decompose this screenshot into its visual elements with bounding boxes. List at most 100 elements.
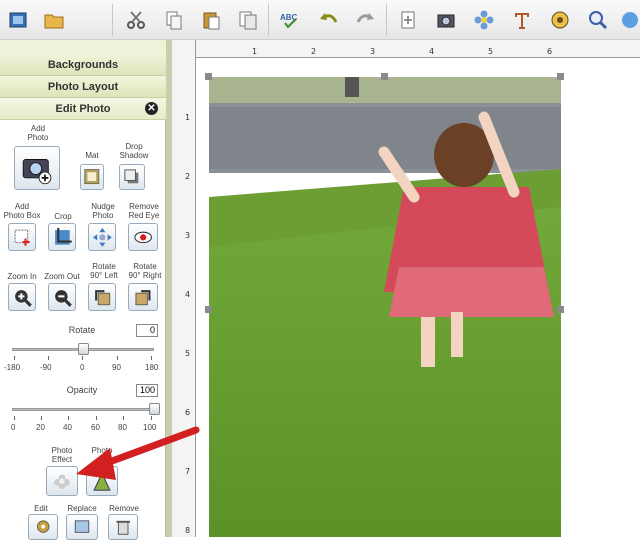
- v-ruler-label: 1: [185, 113, 191, 122]
- help-icon[interactable]: [616, 6, 640, 34]
- spellcheck-icon[interactable]: ABC: [276, 6, 304, 34]
- mat-label: Mat: [85, 151, 99, 160]
- rotate-right-button[interactable]: [128, 283, 158, 311]
- selected-photo[interactable]: [209, 77, 561, 537]
- folder-icon[interactable]: [40, 6, 68, 34]
- h-ruler-label: 1: [252, 47, 258, 56]
- edit-photo-title: Edit Photo: [55, 102, 111, 115]
- tick: [151, 416, 152, 420]
- frame-icon[interactable]: [4, 6, 32, 34]
- zoom-in-button[interactable]: [8, 283, 36, 311]
- film-icon[interactable]: [546, 6, 574, 34]
- shadow-icon: [124, 169, 139, 184]
- tick: [48, 356, 49, 360]
- flower-icon[interactable]: [470, 6, 498, 34]
- v-ruler-label: 3: [185, 231, 191, 240]
- replace-button[interactable]: [66, 514, 98, 540]
- add-photo-label: Add Photo: [27, 124, 49, 142]
- annotation-arrow-icon: [76, 426, 200, 480]
- add-photo-box-button[interactable]: [8, 223, 36, 251]
- resize-handle[interactable]: [205, 306, 212, 313]
- v-ruler-label: 5: [185, 349, 191, 358]
- opacity-tick-label: 20: [36, 423, 45, 432]
- h-ruler-label: 6: [547, 47, 553, 56]
- crop-button[interactable]: [48, 223, 76, 251]
- tick: [117, 356, 118, 360]
- h-ruler-label: 5: [488, 47, 494, 56]
- tick: [41, 416, 42, 420]
- replace-icon: [74, 520, 90, 534]
- close-icon[interactable]: ✕: [145, 102, 158, 115]
- tick: [123, 416, 124, 420]
- opacity-slider-thumb[interactable]: [148, 403, 160, 415]
- rotate-label: Rotate: [68, 325, 96, 335]
- rotate-left-icon: [94, 289, 110, 305]
- zoom-out-label: Zoom Out: [44, 272, 80, 281]
- opacity-label: Opacity: [66, 385, 98, 395]
- text-icon[interactable]: [508, 6, 536, 34]
- nudge-photo-label: Nudge Photo: [91, 202, 115, 220]
- camera-icon[interactable]: [432, 6, 460, 34]
- v-ruler-label: 6: [185, 408, 191, 417]
- resize-handle[interactable]: [557, 73, 564, 80]
- nudge-photo-button[interactable]: [88, 223, 116, 251]
- zoom-out-icon: [54, 289, 72, 307]
- h-ruler-label: 4: [429, 47, 435, 56]
- rotate-left-button[interactable]: [88, 283, 116, 311]
- girl-on-grass-photo: [209, 77, 561, 537]
- edit-label: Edit: [34, 504, 48, 513]
- mat-button[interactable]: [80, 164, 104, 190]
- duplicate-icon[interactable]: [234, 6, 262, 34]
- mat-icon: [84, 169, 100, 185]
- opacity-slider-track[interactable]: [12, 408, 154, 411]
- rotate-value-field[interactable]: 0: [136, 324, 158, 337]
- horizontal-ruler: 1 2 3 4 5 6: [196, 40, 640, 58]
- remove-button[interactable]: [108, 514, 138, 540]
- remove-red-eye-label: Remove Red Eye: [128, 202, 160, 220]
- crop-icon: [54, 227, 72, 245]
- remove-label: Remove: [109, 504, 139, 513]
- accordion-backgrounds[interactable]: Backgrounds: [0, 54, 166, 76]
- copy-icon[interactable]: [160, 6, 188, 34]
- zoom-out-button[interactable]: [48, 283, 76, 311]
- toolbar: ABC: [0, 0, 640, 40]
- scissors-icon[interactable]: [122, 6, 150, 34]
- trash-icon: [116, 521, 130, 536]
- add-photo-button[interactable]: [14, 146, 60, 190]
- paste-icon[interactable]: [197, 6, 225, 34]
- v-ruler-label: 8: [185, 526, 191, 535]
- add-photo-box-label: Add Photo Box: [3, 202, 41, 220]
- new-page-icon[interactable]: [394, 6, 422, 34]
- opacity-value-field[interactable]: 100: [136, 384, 158, 397]
- zoom-icon[interactable]: [584, 6, 612, 34]
- remove-red-eye-button[interactable]: [128, 223, 158, 251]
- drop-shadow-button[interactable]: [119, 164, 145, 190]
- resize-handle[interactable]: [557, 306, 564, 313]
- photo-box-icon: [14, 229, 30, 246]
- v-ruler-label: 2: [185, 172, 191, 181]
- resize-handle[interactable]: [205, 73, 212, 80]
- gear-icon: [36, 520, 50, 534]
- nudge-arrows-icon: [92, 227, 112, 247]
- red-eye-icon: [134, 231, 152, 243]
- h-ruler-label: 2: [311, 47, 317, 56]
- rotate-tick-label: 180: [145, 363, 159, 372]
- rotate-tick-label: 90: [112, 363, 121, 372]
- tick: [14, 356, 15, 360]
- drop-shadow-label: Drop Shadow: [119, 142, 149, 160]
- camera-add-icon: [23, 159, 52, 185]
- undo-icon[interactable]: [314, 6, 342, 34]
- crop-label: Crop: [54, 212, 72, 221]
- accordion-edit-photo[interactable]: Edit Photo ✕: [0, 98, 166, 120]
- resize-handle[interactable]: [381, 73, 388, 80]
- toolbar-separator: [268, 4, 269, 36]
- rotate-slider-thumb[interactable]: [77, 343, 89, 355]
- accordion-photo-layout[interactable]: Photo Layout: [0, 76, 166, 98]
- edit-button[interactable]: [28, 514, 58, 540]
- rotate-tick-label: -90: [40, 363, 52, 372]
- tick: [82, 356, 83, 360]
- rotate-tick-label: 0: [80, 363, 85, 372]
- toolbar-separator: [112, 4, 113, 36]
- h-ruler-label: 3: [370, 47, 376, 56]
- redo-icon[interactable]: [352, 6, 380, 34]
